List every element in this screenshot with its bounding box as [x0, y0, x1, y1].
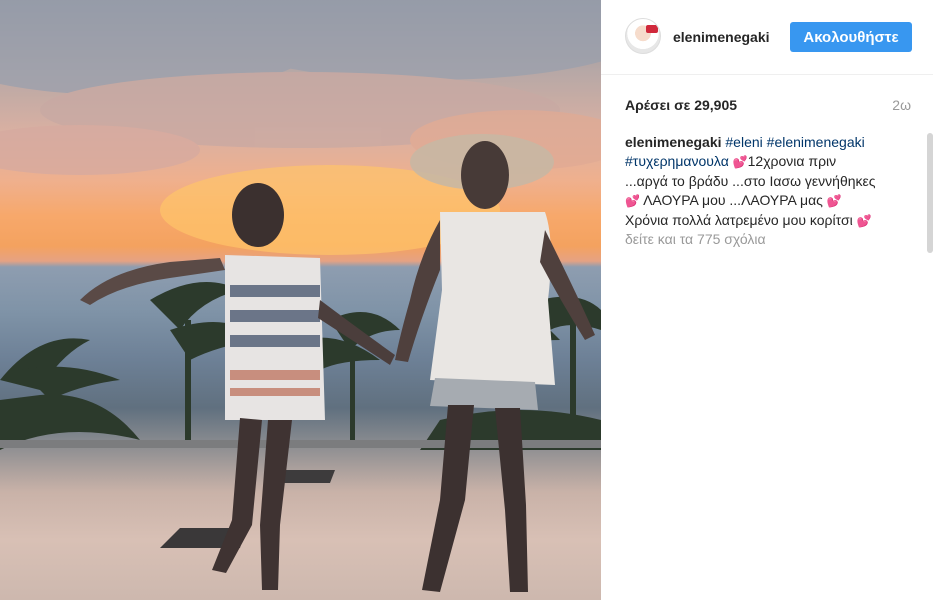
post-timestamp[interactable]: 2ω [892, 97, 911, 113]
heart-icon: 💕 [826, 194, 842, 208]
avatar-badge-icon [646, 25, 658, 33]
post-username[interactable]: elenimenegaki [673, 29, 770, 45]
likes-count[interactable]: Αρέσει σε 29,905 [625, 97, 737, 113]
caption-line-2: ...αργά το βράδυ ...στο Ιασω γεννήθηκες [625, 173, 876, 189]
hashtag-elenimenegaki[interactable]: #elenimenegaki [767, 134, 865, 150]
photo-scene [0, 0, 601, 592]
caption-line-1: 12χρονια πριν [747, 153, 837, 169]
caption-scrollbar[interactable] [927, 133, 933, 253]
heart-icon: 💕 [732, 155, 748, 169]
caption-line-4: Χρόνια πολλά λατρεμένο μου κορίτσι [625, 212, 853, 228]
heart-icon: 💕 [856, 214, 872, 228]
post-photo[interactable] [0, 0, 601, 600]
post-caption: elenimenegaki #eleni #elenimenegaki #τυχ… [625, 133, 925, 231]
caption-line-3: ΛΑΟΥΡΑ μου ...ΛΑΟΥΡΑ μας [643, 192, 823, 208]
scrollbar-thumb[interactable] [927, 133, 933, 253]
post-sidebar: elenimenegaki Ακολουθήστε Αρέσει σε 29,9… [601, 0, 933, 600]
hashtag-tyxerimanoula[interactable]: #τυχερημανουλα [625, 153, 729, 169]
follow-button[interactable]: Ακολουθήστε [790, 22, 912, 52]
post-header: elenimenegaki Ακολουθήστε [601, 0, 933, 75]
hashtag-eleni[interactable]: #eleni [725, 134, 762, 150]
avatar[interactable] [625, 18, 661, 54]
view-comments-link[interactable]: δείτε και τα 775 σχόλια [625, 231, 766, 247]
caption-username[interactable]: elenimenegaki [625, 134, 722, 150]
heart-icon: 💕 [625, 194, 640, 208]
